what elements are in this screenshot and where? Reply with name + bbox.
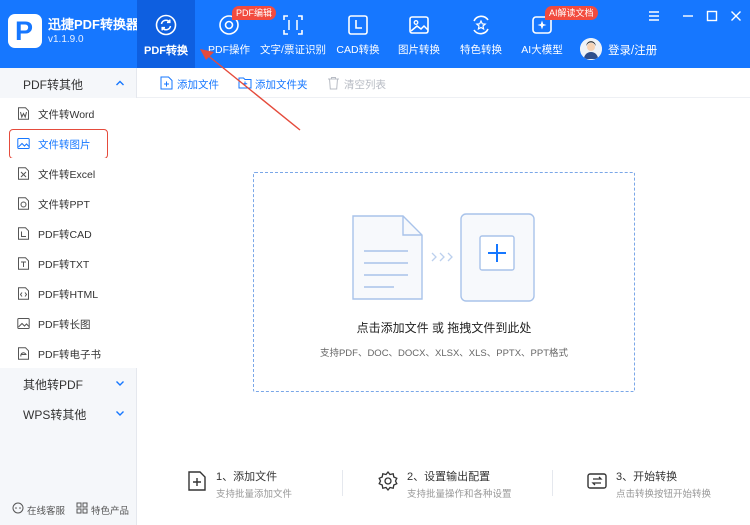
- support-label: 在线客服: [27, 506, 66, 517]
- sidebar-item-excel[interactable]: 文件转Excel: [0, 158, 137, 188]
- featured-label: 特色产品: [91, 506, 130, 517]
- sidebar-item-label: 文件转Excel: [38, 169, 96, 181]
- tab-label: CAD转换: [336, 44, 380, 56]
- document-icon: [352, 215, 423, 300]
- app-brand: P 迅捷PDF转换器 v1.1.9.0: [8, 10, 140, 54]
- drop-zone-title: 点击添加文件 或 拖拽文件到此处: [356, 321, 532, 335]
- arrows-icon: [431, 252, 453, 262]
- sidebar-item-ebook[interactable]: PDF转电子书: [0, 338, 137, 368]
- sidebar-item-label: PDF转CAD: [38, 229, 92, 241]
- word-file-icon: [18, 107, 29, 120]
- add-file-icon: [160, 76, 173, 90]
- sidebar-item-word[interactable]: 文件转Word: [0, 98, 137, 128]
- star-refresh-icon: [473, 15, 489, 35]
- ppt-file-icon: [18, 197, 29, 210]
- cad-file-icon: [18, 227, 29, 240]
- app-name: 迅捷PDF转换器: [48, 17, 140, 32]
- menu-icon[interactable]: [646, 8, 662, 24]
- supported-formats: 支持PDF、DOC、DOCX、XLSX、XLS、PPTX、PPT格式: [319, 348, 569, 359]
- txt-file-icon: [18, 257, 29, 270]
- sidebar-item-label: 文件转图片: [38, 139, 91, 151]
- add-folder-icon: [238, 77, 252, 89]
- step-title: 3、开始转换: [616, 471, 678, 483]
- toolbar: 添加文件 添加文件夹 清空列表: [137, 68, 750, 98]
- sidebar-item-image[interactable]: 文件转图片: [0, 128, 137, 159]
- step-desc: 点击转换按钮开始转换: [616, 489, 712, 500]
- app-version: v1.1.9.0: [48, 34, 84, 45]
- group-label: WPS转其他: [23, 408, 87, 422]
- tab-label: 特色转换: [460, 44, 502, 56]
- chevron-up-icon: [116, 80, 124, 86]
- user-avatar-icon: [580, 38, 602, 60]
- scan-frame-icon: [283, 15, 303, 35]
- chevron-down-icon: [116, 411, 124, 416]
- tab-image-convert[interactable]: 图片转换: [394, 0, 444, 68]
- sidebar-item-html[interactable]: PDF转HTML: [0, 278, 137, 308]
- add-folder-label: 添加文件夹: [255, 79, 308, 91]
- title-bar: P 迅捷PDF转换器 v1.1.9.0 PDF转换 PDF操作 PDF编辑 文字…: [0, 0, 750, 68]
- sidebar-item-label: PDF转TXT: [38, 259, 90, 271]
- image-icon: [409, 16, 429, 34]
- add-file-icon: [188, 471, 206, 491]
- tab-label: AI大模型: [521, 44, 563, 56]
- add-file-label: 添加文件: [177, 79, 219, 91]
- trash-icon: [328, 77, 339, 90]
- minimize-icon[interactable]: [680, 8, 696, 24]
- sidebar-group-other-to-pdf[interactable]: 其他转PDF: [0, 368, 137, 398]
- tab-cad-convert[interactable]: CAD转换: [333, 0, 383, 68]
- headset-icon: [12, 502, 24, 514]
- picture-icon: [17, 138, 30, 149]
- sidebar: PDF转其他 文件转Word 文件转图片 文件转Excel 文件转PPT PDF…: [0, 68, 137, 525]
- group-label: 其他转PDF: [23, 378, 84, 392]
- convert-icon: [587, 473, 607, 489]
- add-document-icon: [460, 213, 535, 302]
- tab-pdf-convert[interactable]: PDF转换: [137, 0, 195, 68]
- sidebar-item-label: 文件转PPT: [38, 199, 90, 211]
- step-divider: [552, 470, 553, 496]
- clear-list-label: 清空列表: [344, 79, 386, 91]
- sidebar-item-label: PDF转长图: [38, 319, 91, 331]
- step-desc: 支持批量操作和各种设置: [407, 489, 512, 500]
- tab-label: 文字/票证识别: [260, 44, 326, 56]
- step-divider: [342, 470, 343, 496]
- chevron-down-icon: [116, 381, 124, 386]
- tab-label: PDF转换: [144, 45, 188, 57]
- sidebar-item-label: PDF转电子书: [38, 349, 101, 361]
- tab-label: 图片转换: [398, 44, 440, 56]
- app-logo-icon: P: [8, 14, 42, 48]
- group-label: PDF转其他: [23, 78, 84, 92]
- refresh-icon: [155, 14, 177, 36]
- tab-featured-convert[interactable]: 特色转换: [456, 0, 506, 68]
- tab-label: PDF操作: [208, 44, 250, 56]
- grid-icon: [76, 502, 88, 514]
- long-image-icon: [17, 318, 30, 329]
- sidebar-footer: 在线客服 特色产品: [0, 496, 137, 522]
- sidebar-item-txt[interactable]: PDF转TXT: [0, 248, 137, 278]
- login-label: 登录/注册: [608, 45, 658, 57]
- step-title: 1、添加文件: [216, 471, 278, 483]
- step-title: 2、设置输出配置: [407, 471, 491, 483]
- file-drop-zone[interactable]: 点击添加文件 或 拖拽文件到此处 支持PDF、DOC、DOCX、XLSX、XLS…: [253, 172, 635, 392]
- html-file-icon: [18, 287, 29, 300]
- maximize-icon[interactable]: [704, 8, 720, 24]
- ebook-icon: [18, 347, 29, 360]
- drop-illustration: [352, 213, 535, 302]
- sidebar-item-label: 文件转Word: [38, 109, 95, 121]
- sidebar-group-pdf-to-other[interactable]: PDF转其他: [0, 68, 137, 98]
- sidebar-item-label: PDF转HTML: [38, 289, 99, 301]
- close-icon[interactable]: [728, 8, 744, 24]
- sidebar-item-cad[interactable]: PDF转CAD: [0, 218, 137, 248]
- cad-icon: [348, 15, 368, 35]
- avatar: [580, 38, 602, 60]
- settings-gear-icon: [378, 470, 398, 492]
- sidebar-item-ppt[interactable]: 文件转PPT: [0, 188, 137, 218]
- ai-doc-badge: AI解读文档: [545, 6, 598, 20]
- tab-text-recognition[interactable]: 文字/票证识别: [260, 0, 326, 68]
- sidebar-group-wps-to-other[interactable]: WPS转其他: [0, 398, 137, 428]
- sidebar-item-long-image[interactable]: PDF转长图: [0, 308, 137, 338]
- excel-file-icon: [18, 167, 29, 180]
- step-desc: 支持批量添加文件: [216, 489, 293, 500]
